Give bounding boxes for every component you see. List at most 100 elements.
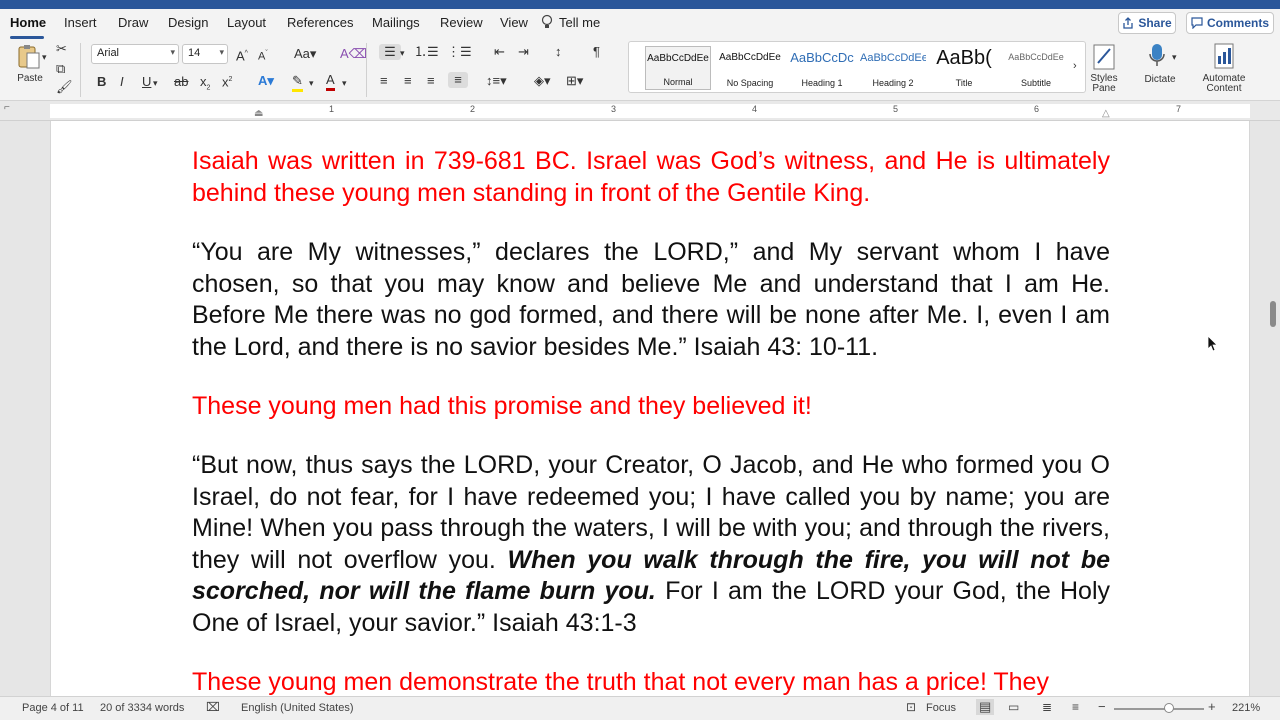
strikethrough-icon[interactable]: ab <box>174 74 188 90</box>
chevron-down-icon[interactable]: ▾ <box>400 45 405 61</box>
ribbon-home: ▾ Paste ✂ ⧉ 🖌 Arial ▾ 14 ▾ A^ Aˇ Aa▾ A⌫ B … <box>0 39 1280 101</box>
vertical-scrollbar-thumb[interactable] <box>1270 301 1276 327</box>
paragraph[interactable]: These young men had this promise and the… <box>192 391 1110 423</box>
italic-icon[interactable]: I <box>120 74 124 90</box>
document-page[interactable]: Isaiah was written in 739-681 BC. Israel… <box>50 121 1250 696</box>
decrease-indent-icon[interactable]: ⇤ <box>494 44 505 60</box>
shrink-font-icon[interactable]: Aˇ <box>258 46 268 65</box>
style-subtitle[interactable]: AaBbCcDdEe Subtitle <box>1003 46 1069 90</box>
horizontal-ruler[interactable]: ⌐ 1 2 3 4 5 6 7 ⏏ △ <box>0 101 1280 121</box>
multilevel-list-icon[interactable]: ⋮☰ <box>447 44 472 60</box>
tab-references[interactable]: References <box>287 15 353 30</box>
tab-insert[interactable]: Insert <box>64 15 97 30</box>
zoom-out-icon[interactable]: − <box>1098 699 1106 714</box>
paste-icon[interactable] <box>14 43 44 73</box>
microphone-icon[interactable] <box>1146 42 1168 70</box>
paragraph[interactable]: “But now, thus says the LORD, your Creat… <box>192 450 1110 640</box>
ruler-number: 5 <box>893 104 899 114</box>
tab-mailings[interactable]: Mailings <box>372 15 420 30</box>
style-heading-2[interactable]: AaBbCcDdEe Heading 2 <box>860 46 926 90</box>
proofing-icon[interactable]: ⌧ <box>206 700 220 714</box>
ribbon-tab-bar: Home Insert Draw Design Layout Reference… <box>0 9 1280 39</box>
highlight-icon[interactable]: ✎ <box>292 73 303 92</box>
paragraph[interactable]: These young men demonstrate the truth th… <box>192 667 1110 696</box>
zoom-level[interactable]: 221% <box>1232 702 1260 714</box>
font-name-select[interactable]: Arial ▾ <box>91 44 179 64</box>
borders-icon[interactable]: ⊞▾ <box>566 73 583 89</box>
share-button[interactable]: Share <box>1118 12 1176 34</box>
chevron-down-icon[interactable]: ▾ <box>1172 49 1177 65</box>
styles-pane-label: Styles Pane <box>1084 74 1124 94</box>
align-center-icon[interactable]: ≡ <box>404 73 412 89</box>
superscript-icon[interactable]: x2 <box>222 72 232 90</box>
chevron-down-icon: ▾ <box>219 47 224 57</box>
tab-stop-icon[interactable]: ⌐ <box>4 102 10 113</box>
ruler-number: 3 <box>611 104 617 114</box>
tab-design[interactable]: Design <box>168 15 208 30</box>
ruler-number: 6 <box>1034 104 1040 114</box>
styles-pane-icon[interactable] <box>1091 43 1119 71</box>
font-name-value: Arial <box>97 47 120 59</box>
sort-icon[interactable]: ↕ <box>555 44 562 60</box>
numbering-icon[interactable]: ⒈☰ <box>414 44 439 60</box>
comments-button[interactable]: Comments <box>1186 12 1274 34</box>
right-indent-marker-icon[interactable]: △ <box>1102 108 1110 119</box>
indent-marker-icon[interactable]: ⏏ <box>254 108 263 119</box>
paste-dropdown-icon[interactable]: ▾ <box>42 49 47 65</box>
justify-icon[interactable]: ≡ <box>448 72 468 88</box>
bullets-icon[interactable]: ☰ <box>379 44 401 60</box>
tell-me-search[interactable]: Tell me <box>541 14 600 30</box>
grow-font-icon[interactable]: A^ <box>236 46 248 64</box>
chevron-down-icon: ▾ <box>170 47 175 57</box>
style-no-spacing[interactable]: AaBbCcDdEe No Spacing <box>717 46 783 90</box>
format-painter-icon[interactable]: 🖌 <box>56 79 73 95</box>
page-count[interactable]: Page 4 of 11 <box>22 702 84 714</box>
style-normal[interactable]: AaBbCcDdEe Normal <box>645 46 711 90</box>
word-count[interactable]: 20 of 3334 words <box>100 702 184 714</box>
increase-indent-icon[interactable]: ⇥ <box>518 44 529 60</box>
web-layout-icon[interactable]: ▭ <box>1008 700 1019 714</box>
tab-home[interactable]: Home <box>10 15 46 30</box>
font-color-icon[interactable]: A <box>326 72 335 91</box>
cut-icon[interactable]: ✂ <box>56 41 67 57</box>
chevron-down-icon[interactable]: ▾ <box>153 75 158 91</box>
status-bar: Page 4 of 11 20 of 3334 words ⌧ English … <box>0 696 1280 720</box>
copy-icon[interactable]: ⧉ <box>56 61 65 77</box>
text-effects-icon[interactable]: A▾ <box>258 73 274 89</box>
align-left-icon[interactable]: ≡ <box>380 73 388 89</box>
paragraph[interactable]: Isaiah was written in 739-681 BC. Israel… <box>192 146 1110 209</box>
outline-view-icon[interactable]: ≣ <box>1042 700 1052 714</box>
paragraph[interactable]: “You are My witnesses,” declares the LOR… <box>192 237 1110 363</box>
chevron-down-icon[interactable]: ▾ <box>309 75 314 91</box>
tab-review[interactable]: Review <box>440 15 483 30</box>
print-layout-icon[interactable]: ▤ <box>976 699 995 715</box>
change-case-icon[interactable]: Aa▾ <box>294 46 316 62</box>
bold-icon[interactable]: B <box>97 74 106 90</box>
focus-label[interactable]: Focus <box>926 702 956 714</box>
style-title[interactable]: AaBb( Title <box>931 46 997 90</box>
tab-layout[interactable]: Layout <box>227 15 266 30</box>
align-right-icon[interactable]: ≡ <box>427 73 435 89</box>
tab-view[interactable]: View <box>500 15 528 30</box>
zoom-slider-thumb[interactable] <box>1164 703 1174 713</box>
chevron-right-icon[interactable]: › <box>1073 58 1077 74</box>
font-size-select[interactable]: 14 ▾ <box>182 44 228 64</box>
clear-formatting-icon[interactable]: A⌫ <box>340 46 367 62</box>
shading-icon[interactable]: ◈▾ <box>534 73 551 89</box>
chevron-down-icon[interactable]: ▾ <box>342 75 347 91</box>
language[interactable]: English (United States) <box>241 702 354 714</box>
focus-icon[interactable]: ⊡ <box>906 700 916 714</box>
share-label: Share <box>1138 16 1172 30</box>
line-spacing-icon[interactable]: ↕≡▾ <box>486 73 507 89</box>
tab-draw[interactable]: Draw <box>118 15 148 30</box>
underline-icon[interactable]: U <box>142 74 151 90</box>
zoom-in-icon[interactable]: + <box>1208 699 1216 714</box>
style-sample: AaBbCcDc <box>790 50 854 65</box>
zoom-slider[interactable] <box>1114 708 1204 710</box>
show-formatting-icon[interactable]: ¶ <box>593 44 600 60</box>
draft-view-icon[interactable]: ≡ <box>1072 700 1079 714</box>
document-canvas[interactable]: Isaiah was written in 739-681 BC. Israel… <box>0 121 1280 696</box>
style-heading-1[interactable]: AaBbCcDc Heading 1 <box>789 46 855 90</box>
subscript-icon[interactable]: x2 <box>200 74 210 97</box>
automate-content-icon[interactable] <box>1212 42 1236 70</box>
